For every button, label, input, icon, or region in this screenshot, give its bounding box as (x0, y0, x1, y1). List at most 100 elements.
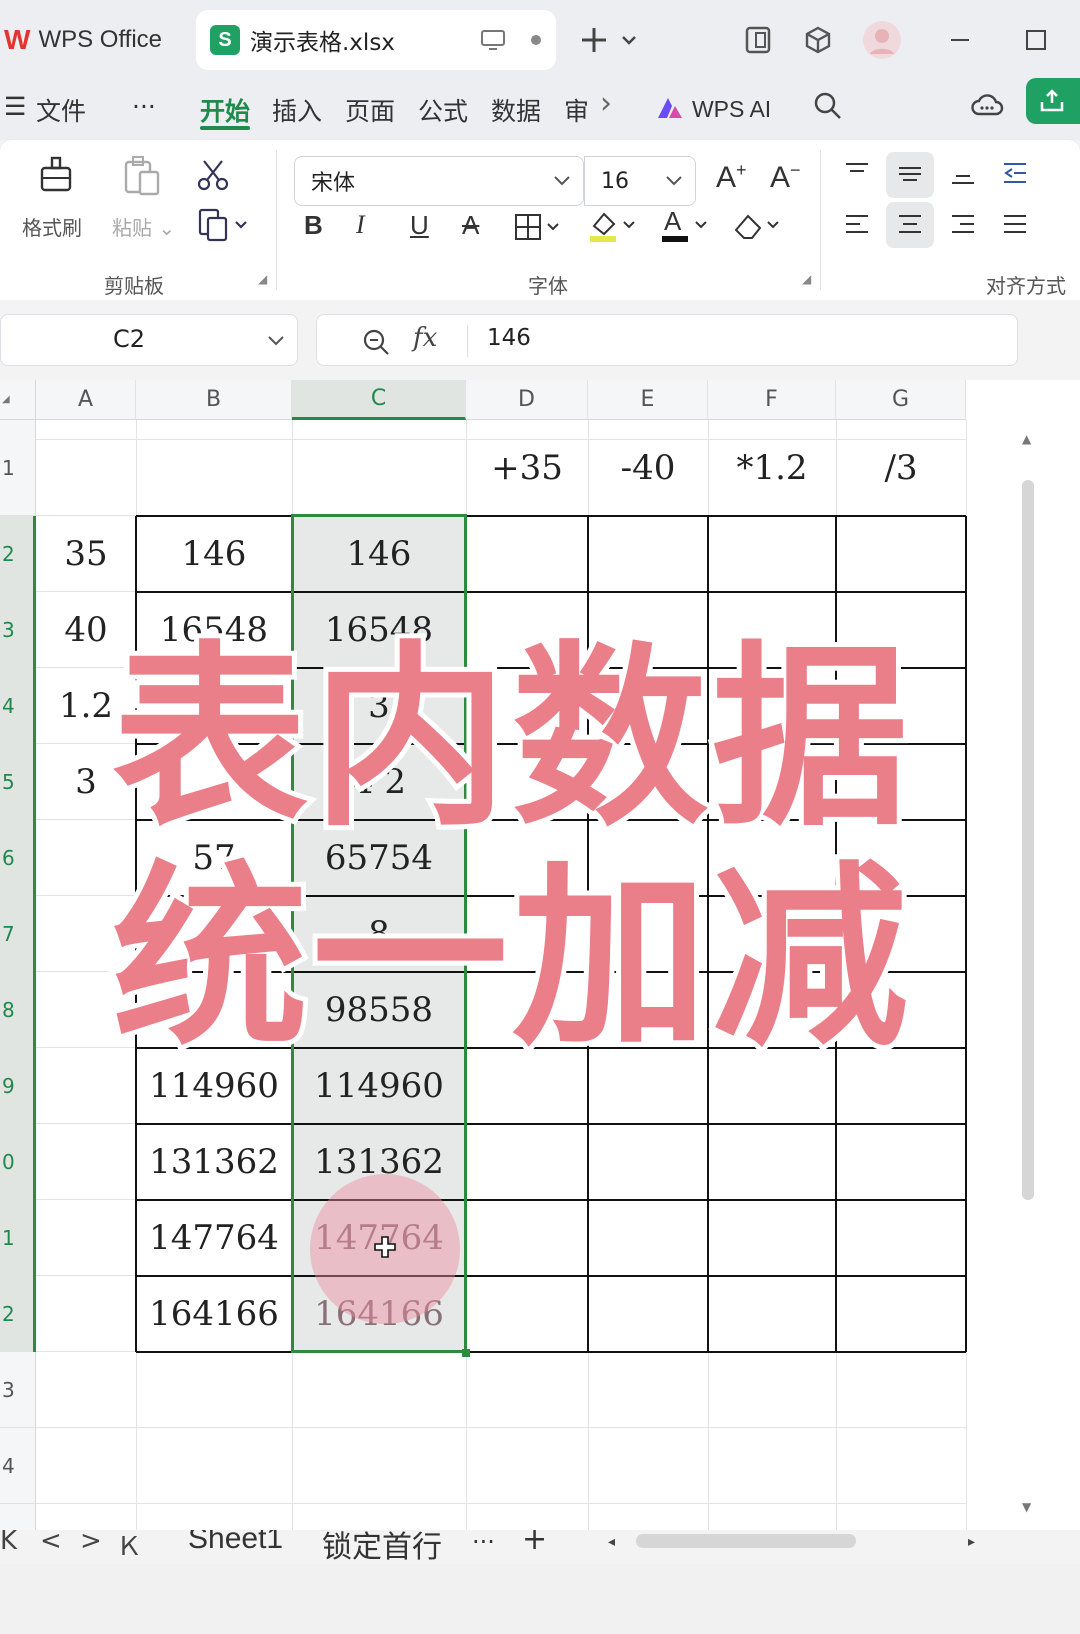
row-header-2[interactable]: 2 (0, 516, 36, 592)
align-middle-icon[interactable] (895, 160, 925, 186)
menu-more[interactable]: ··· (132, 92, 156, 121)
last-sheet-icon[interactable]: Ｋ (116, 1530, 142, 1563)
row-header-12[interactable]: 2 (0, 1276, 36, 1352)
menu-page[interactable]: 页面 (345, 92, 395, 128)
row-header-10[interactable]: 0 (0, 1124, 36, 1200)
new-tab-button[interactable] (570, 16, 618, 64)
cell-b12[interactable]: 164166 (136, 1276, 292, 1352)
font-size-select[interactable]: 16 (584, 156, 696, 206)
row-header-8[interactable]: 8 (0, 972, 36, 1048)
wps-home-tab[interactable]: W WPS Office (0, 12, 186, 68)
formula-value[interactable]: 146 (487, 325, 531, 351)
decrease-font-icon[interactable]: A− (770, 160, 801, 195)
row-header-6[interactable]: 6 (0, 820, 36, 896)
paste-button[interactable] (122, 154, 162, 201)
bold-icon[interactable]: B (304, 210, 323, 241)
clipboard-expand-icon[interactable]: ◢ (258, 272, 267, 286)
reading-mode-button[interactable] (734, 16, 782, 64)
more-sheets-button[interactable]: ··· (472, 1530, 495, 1556)
borders-button[interactable] (514, 212, 566, 247)
menu-insert[interactable]: 插入 (272, 92, 322, 128)
decrease-indent-icon[interactable] (1000, 160, 1030, 186)
hamburger-icon[interactable]: ☰ (4, 92, 26, 121)
cut-button[interactable] (196, 158, 230, 197)
align-bottom-icon[interactable] (948, 160, 978, 186)
first-sheet-icon[interactable]: K (0, 1530, 17, 1556)
tab-list-dropdown[interactable] (614, 16, 644, 64)
sheet-tab-freeze[interactable]: 锁定首行 (322, 1530, 442, 1564)
column-header-b[interactable]: B (136, 380, 292, 420)
column-header-a[interactable]: A (36, 380, 136, 420)
row-header-1[interactable]: 1 (0, 420, 36, 516)
scroll-right-icon[interactable]: ▸ (968, 1534, 975, 1550)
maximize-button[interactable] (1012, 16, 1060, 64)
column-header-f[interactable]: F (708, 380, 836, 420)
sheet-tab-sheet1[interactable]: Sheet1 (188, 1530, 283, 1556)
zoom-formula-icon[interactable] (361, 327, 391, 357)
cell-f1[interactable]: *1.2 (708, 420, 836, 516)
row-header-4[interactable]: 4 (0, 668, 36, 744)
next-sheet-icon[interactable]: > (80, 1530, 102, 1556)
align-top-icon[interactable] (842, 160, 872, 186)
cell-g1[interactable]: /3 (836, 420, 966, 516)
vertical-scroll-thumb[interactable] (1022, 480, 1034, 1200)
align-left-icon[interactable] (842, 212, 872, 238)
cell-b11[interactable]: 147764 (136, 1200, 292, 1276)
unsaved-dot-icon[interactable] (530, 34, 542, 46)
row-header-13[interactable]: 3 (0, 1352, 36, 1428)
select-all-corner[interactable]: ◢ (0, 380, 36, 420)
fill-handle[interactable] (462, 1349, 470, 1357)
cell-b10[interactable]: 131362 (136, 1124, 292, 1200)
row-header-5[interactable]: 5 (0, 744, 36, 820)
column-header-e[interactable]: E (588, 380, 708, 420)
row-header-11[interactable]: 1 (0, 1200, 36, 1276)
prev-sheet-icon[interactable]: < (40, 1530, 62, 1556)
name-box[interactable]: C2 (0, 314, 298, 366)
justify-icon[interactable] (1000, 212, 1030, 238)
scroll-left-icon[interactable]: ◂ (608, 1534, 615, 1550)
cloud-button[interactable] (970, 90, 1004, 126)
minimize-button[interactable] (936, 16, 984, 64)
copy-button[interactable] (198, 208, 250, 247)
formula-input-box[interactable]: fx 146 (316, 314, 1018, 366)
fill-color-button[interactable] (588, 208, 644, 249)
menu-scroll-right-icon[interactable]: › (600, 86, 612, 121)
menu-review[interactable]: 审 (564, 92, 589, 128)
add-sheet-button[interactable]: + (522, 1530, 547, 1557)
monitor-icon[interactable] (480, 28, 506, 52)
row-header-7[interactable]: 7 (0, 896, 36, 972)
italic-icon[interactable]: I (356, 210, 365, 240)
column-header-c[interactable]: C (292, 380, 466, 420)
menu-home[interactable]: 开始 (200, 92, 250, 128)
apps-button[interactable] (794, 16, 842, 64)
menu-formula[interactable]: 公式 (418, 92, 468, 128)
row-header-3[interactable]: 3 (0, 592, 36, 668)
row-header-14[interactable]: 4 (0, 1428, 36, 1504)
row-header-9[interactable]: 9 (0, 1048, 36, 1124)
user-avatar[interactable] (858, 16, 906, 64)
font-family-select[interactable]: 宋体 (294, 156, 584, 206)
align-center-icon[interactable] (895, 212, 925, 238)
align-right-icon[interactable] (948, 212, 978, 238)
menu-file[interactable]: 文件 (36, 92, 86, 128)
scroll-down-icon[interactable]: ▼ (1022, 1500, 1031, 1514)
menu-data[interactable]: 数据 (491, 92, 541, 128)
scroll-up-icon[interactable]: ▲ (1022, 432, 1031, 446)
font-expand-icon[interactable]: ◢ (802, 272, 811, 286)
underline-icon[interactable]: U (410, 210, 429, 241)
vertical-scrollbar[interactable]: ▲ ▼ (1014, 420, 1044, 1530)
document-tab[interactable]: S 演示表格.xlsx (196, 10, 556, 70)
increase-font-icon[interactable]: A+ (716, 160, 747, 195)
column-header-g[interactable]: G (836, 380, 966, 420)
format-painter-button[interactable] (36, 154, 76, 201)
search-button[interactable] (812, 90, 844, 128)
cell-e1[interactable]: -40 (588, 420, 708, 516)
clear-format-button[interactable] (732, 210, 788, 247)
font-color-button[interactable]: A (660, 206, 716, 249)
cell-d1[interactable]: +35 (466, 420, 588, 516)
horizontal-scroll-thumb[interactable] (636, 1534, 856, 1548)
wps-ai-button[interactable]: WPS AI (656, 94, 771, 123)
share-button[interactable] (1026, 78, 1080, 124)
strikethrough-icon[interactable]: A (462, 210, 479, 241)
column-header-d[interactable]: D (466, 380, 588, 420)
